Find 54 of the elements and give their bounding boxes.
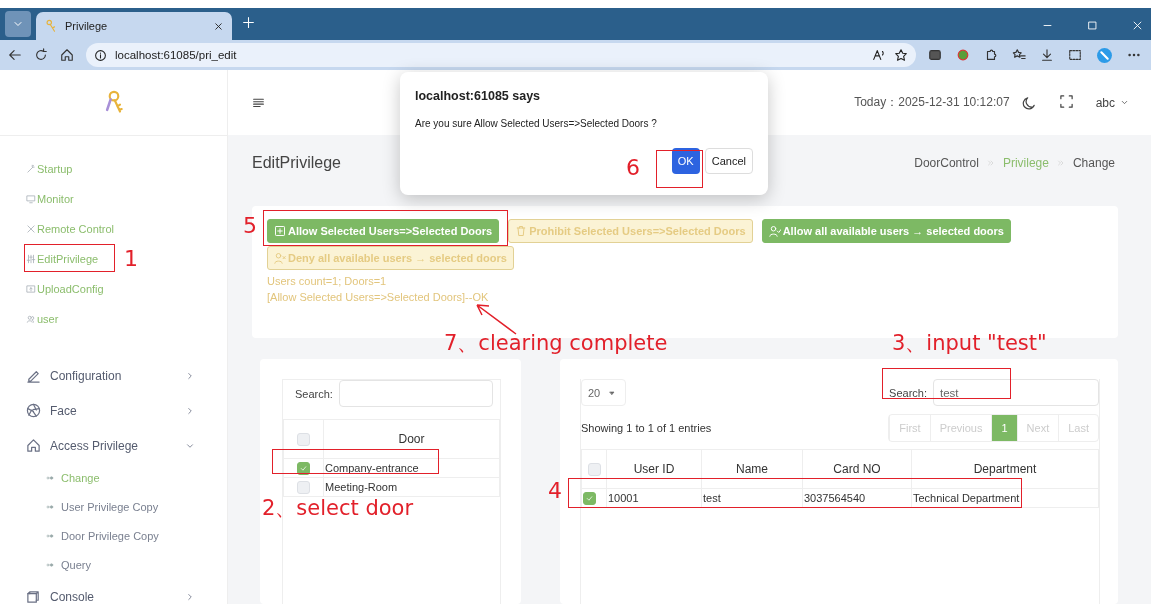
dialog-message: Are you sure Allow Selected Users=>Selected Doors ? [415,118,658,129]
table-cell: 10001 [606,488,702,508]
sidebar-link[interactable]: user [26,310,59,328]
breadcrumb-item: DoorControl [914,155,979,170]
table-cell: Technical Department [911,488,1099,508]
table-cell: Meeting-Room [323,477,500,497]
search-label: Search: [889,386,927,399]
column-header[interactable]: Card NO [802,449,912,489]
browser-tab[interactable]: Privilege [36,12,232,40]
sidebar-link[interactable]: EditPrivilege [26,250,99,268]
column-header[interactable]: Name [701,449,803,489]
column-header[interactable]: User ID [606,449,702,489]
status-message: [Allow Selected Users=>Selected Doors]--OK [267,291,490,303]
sidebar-link[interactable]: Remote Control [26,220,115,238]
annotation-label: 6 [626,157,640,179]
pagination-button[interactable]: 1 [991,415,1017,441]
today-datetime: Today：2025-12-31 10:12:07 [854,94,1010,111]
sidebar-menu-item[interactable]: Configuration [0,358,227,393]
column-header[interactable]: Door [323,419,500,459]
submenu-item[interactable]: User Privilege Copy [0,492,227,521]
sidebar-menu-item[interactable]: Face [0,393,227,428]
sidebar-link[interactable]: UploadConfig [26,280,104,298]
entries-info: Showing 1 to 1 of 1 entries [581,422,712,434]
sidebar-link[interactable]: Startup [26,160,73,178]
ok-button[interactable]: OK [671,148,700,174]
breadcrumb-item: Change [1072,155,1115,170]
submenu-item[interactable]: Door Privilege Copy [0,521,227,550]
annotation-label: 2、select door [262,498,414,519]
url-text: localhost:61085/pri_edit [115,49,237,61]
dialog-title: localhost:61085 says [415,89,542,103]
sidebar-menu-item[interactable]: Console [0,579,227,604]
sidebar-link[interactable]: Monitor [26,190,74,208]
annotation-label: 4 [548,480,562,502]
table-cell: Company-entrance [323,458,500,478]
submenu-item[interactable]: Query [0,550,227,579]
address-bar[interactable]: localhost:61085/pri_edit [86,43,916,67]
action-button[interactable]: Allow Selected Users=>Selected Doors [267,219,500,243]
table-cell: test [701,488,803,508]
column-header[interactable]: Department [911,449,1099,489]
action-button[interactable]: Allow all available users → selected doors [761,219,1011,243]
status-message: Users count=1; Doors=1 [267,275,388,287]
search-field[interactable]: test [933,379,1099,406]
table-cell: 3037564540 [802,488,912,508]
submenu-item[interactable]: Change [0,463,227,492]
annotation-label: 1 [124,248,138,270]
page-title: EditPrivilege [252,153,341,172]
annotation-label: 5 [243,215,257,237]
annotation-label: 7、clearing complete [444,333,668,354]
search-label: Search: [295,387,333,400]
user-menu[interactable]: abc [1095,95,1129,110]
sidebar-menu-item[interactable]: Access Privilege [0,428,227,463]
page-size-select[interactable]: 20 [581,379,626,406]
cancel-button[interactable]: Cancel [704,148,753,174]
annotation-label: 3、input "test" [892,333,1047,354]
